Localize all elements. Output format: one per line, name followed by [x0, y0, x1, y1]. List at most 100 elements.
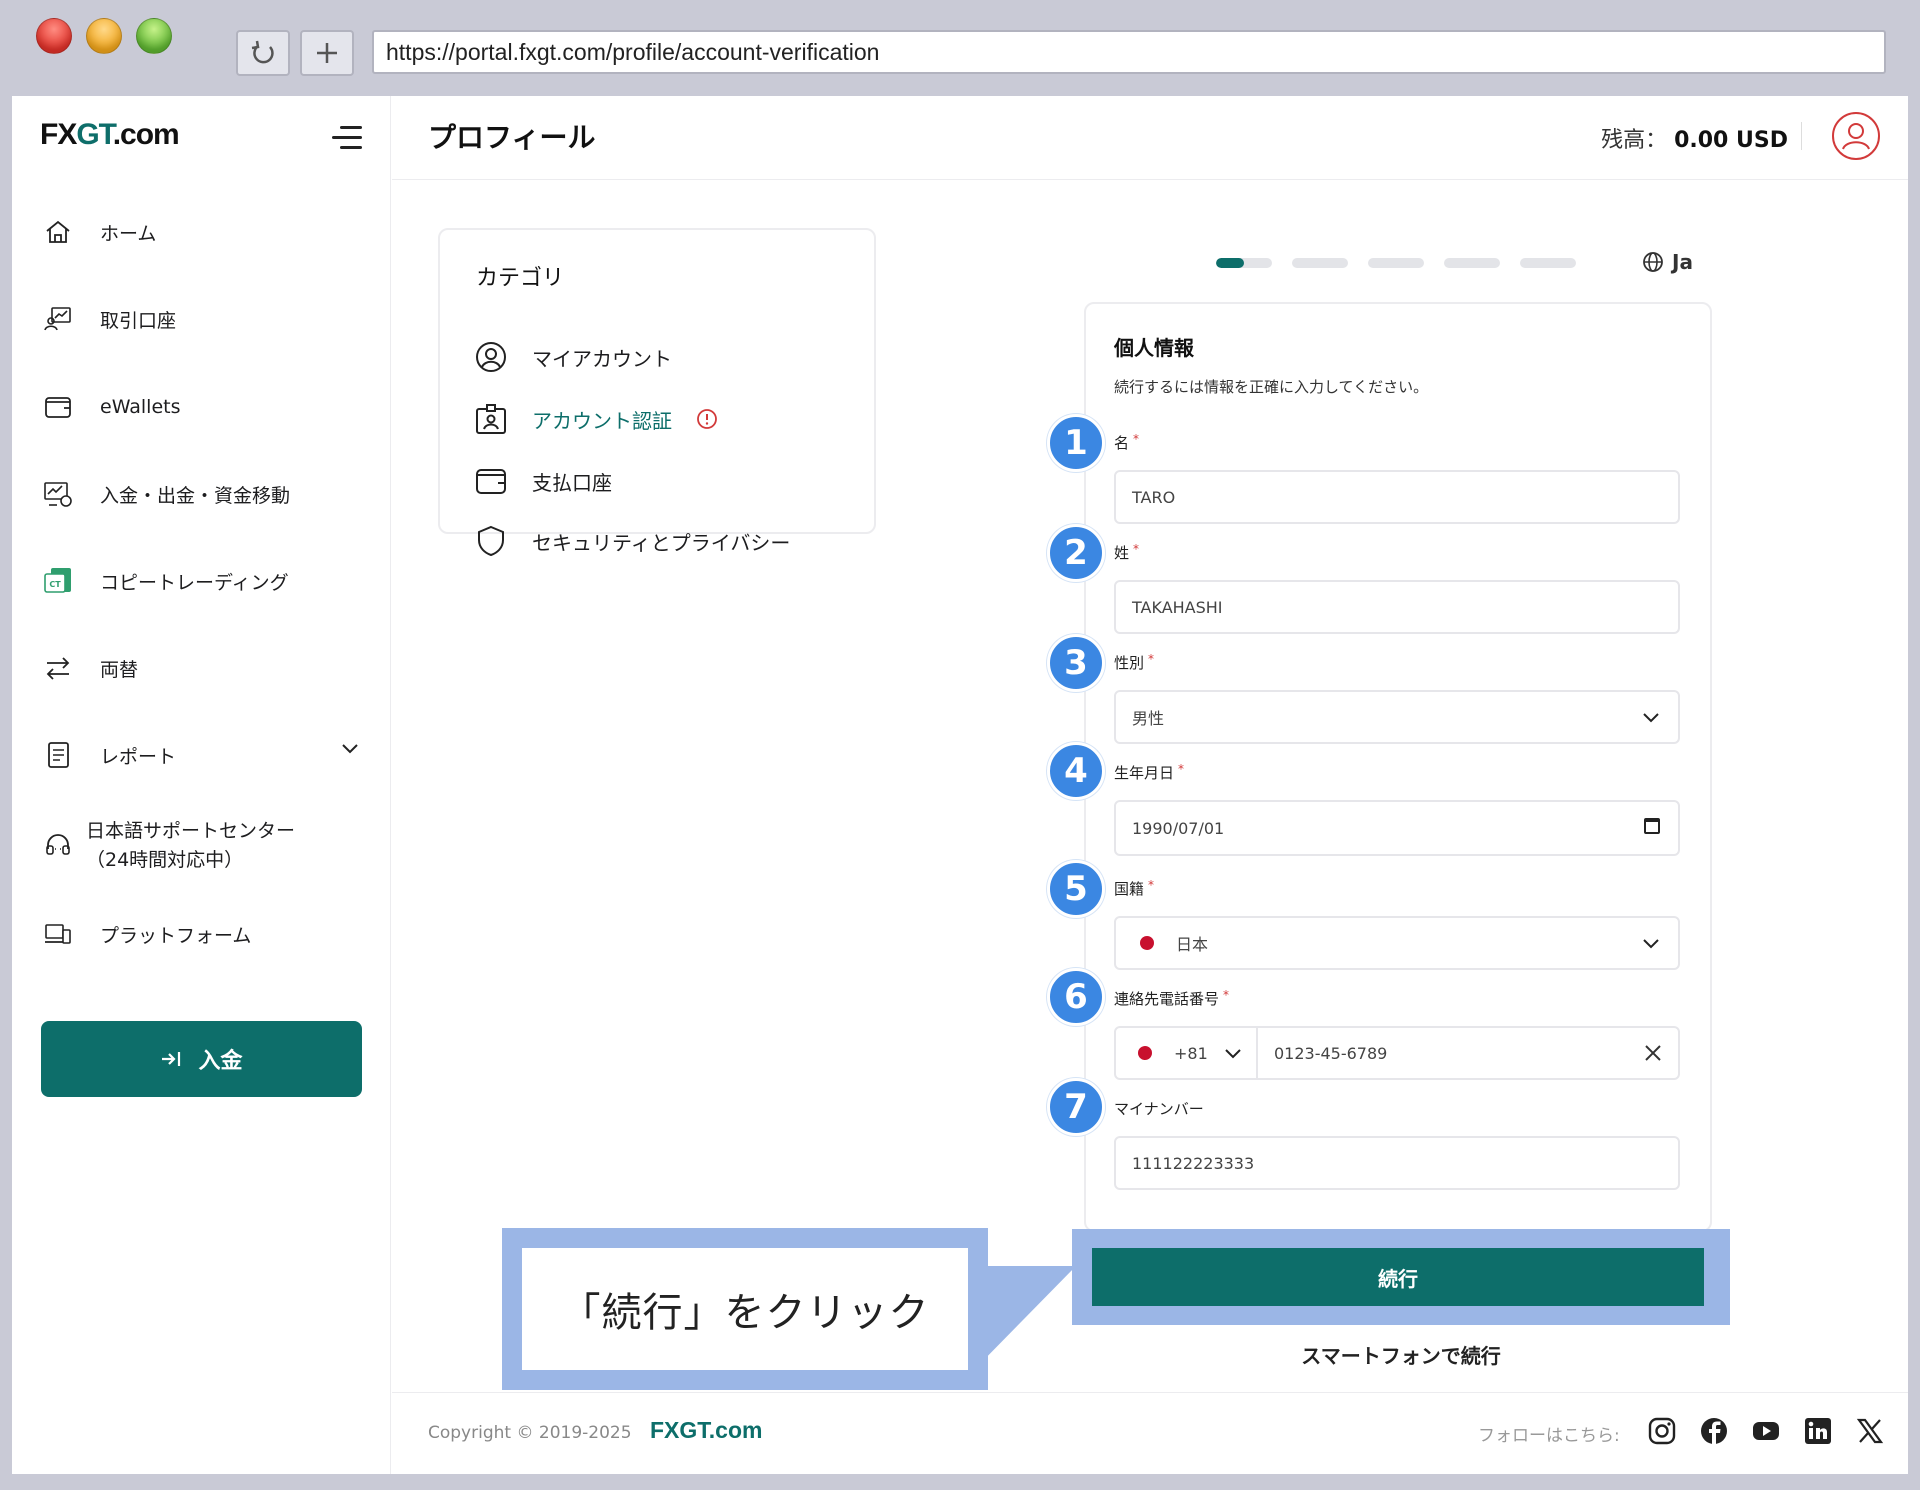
field-value: 日本 [1176, 935, 1209, 954]
field-label-text: 生年月日 [1114, 764, 1175, 782]
my-number-input[interactable]: 111122223333 [1114, 1136, 1680, 1190]
youtube-icon[interactable] [1750, 1415, 1782, 1447]
sidebar-item-ewallets[interactable]: eWallets [40, 387, 181, 427]
sidebar-item-label: コピートレーディング [100, 571, 289, 594]
sidebar-item-label: 入金・出金・資金移動 [100, 484, 291, 507]
continue-on-smartphone-link[interactable]: スマートフォンで続行 [1072, 1340, 1730, 1369]
report-icon [40, 739, 76, 771]
first-name-label: 名 * [1114, 432, 1139, 453]
language-selector[interactable]: Ja [1642, 250, 1693, 274]
deposit-button-label: 入金 [198, 1049, 243, 1074]
new-tab-button[interactable] [300, 30, 354, 76]
sidebar-item-support[interactable]: 日本語サポートセンター （24時間対応中） [40, 816, 295, 876]
progress-step [1292, 258, 1348, 268]
sidebar-item-reports[interactable]: レポート [40, 735, 176, 775]
exchange-icon [40, 652, 76, 684]
field-label-text: 連絡先電話番号 [1114, 990, 1220, 1008]
sidebar-item-label: 両替 [100, 658, 139, 681]
required-mark: * [1148, 878, 1155, 892]
instruction-callout: 「続行」をクリック [502, 1228, 988, 1390]
chevron-down-icon[interactable] [338, 736, 362, 760]
nationality-label: 国籍 * [1114, 878, 1154, 899]
field-label-text: 性別 [1114, 654, 1145, 672]
field-value: 111122223333 [1132, 1153, 1255, 1173]
my-number-label: マイナンバー [1114, 1098, 1204, 1119]
sidebar-item-trading-accounts[interactable]: 取引口座 [40, 299, 176, 339]
field-label-text: 国籍 [1114, 880, 1145, 898]
wallet-icon [40, 391, 76, 423]
field-value: 1990/07/01 [1132, 818, 1225, 838]
birthdate-input[interactable]: 1990/07/01 [1114, 800, 1680, 856]
step-badge: 6 [1047, 968, 1105, 1026]
deposit-button[interactable]: 入金 [41, 1021, 362, 1097]
category-label: セキュリティとプライバシー [532, 530, 791, 555]
required-mark: * [1223, 988, 1230, 1002]
field-label-text: マイナンバー [1114, 1100, 1204, 1118]
category-my-account[interactable]: マイアカウント [474, 340, 672, 374]
sidebar-item-funds[interactable]: 入金・出金・資金移動 [40, 474, 290, 514]
country-code-select[interactable]: +81 [1116, 1028, 1258, 1078]
sidebar-item-label: レポート [100, 745, 177, 768]
continue-button[interactable]: 続行 [1092, 1248, 1704, 1306]
step-badge: 7 [1047, 1078, 1105, 1136]
chevron-down-icon [1225, 1049, 1241, 1059]
page-header: プロフィール 残高： 0.00 USD [392, 96, 1908, 180]
phone-field: +81 0123-45-6789 [1114, 1026, 1680, 1080]
sidebar-item-exchange[interactable]: 両替 [40, 648, 138, 688]
fxgt-logo[interactable]: FXGT.com [40, 118, 180, 152]
menu-toggle-icon[interactable] [330, 124, 362, 152]
japan-flag-icon [1138, 1046, 1152, 1060]
instagram-icon[interactable] [1646, 1415, 1678, 1447]
step-badge: 4 [1047, 742, 1105, 800]
category-card: カテゴリ マイアカウント アカウント認証 支払口座 セキュリティとプライバシー [438, 228, 876, 557]
field-value: TARO [1132, 487, 1176, 507]
x-icon[interactable] [1854, 1415, 1886, 1447]
user-avatar-icon[interactable] [1832, 112, 1880, 160]
sidebar-item-label: 取引口座 [100, 309, 177, 332]
gender-select[interactable]: 男性 [1114, 690, 1680, 744]
linkedin-icon[interactable] [1802, 1415, 1834, 1447]
field-value: TAKAHASHI [1132, 597, 1223, 617]
sidebar-item-copy-trading[interactable]: CT コピートレーディング [40, 561, 289, 601]
minimize-window-button[interactable] [86, 18, 122, 54]
close-icon[interactable] [1642, 1042, 1664, 1064]
last-name-input[interactable]: TAKAHASHI [1114, 580, 1680, 634]
form-title: 個人情報 [1114, 336, 1194, 360]
nationality-select[interactable]: 日本 [1114, 916, 1680, 970]
field-value: 男性 [1132, 709, 1165, 728]
calendar-icon[interactable] [1644, 818, 1660, 834]
callout-text: 「続行」をクリック [522, 1248, 968, 1370]
step-badge: 5 [1047, 860, 1105, 918]
page-title: プロフィール [428, 121, 596, 154]
close-window-button[interactable] [36, 18, 72, 54]
phone-number-input[interactable]: 0123-45-6789 [1258, 1044, 1387, 1063]
address-bar[interactable]: https://portal.fxgt.com/profile/account-… [372, 30, 1886, 74]
balance: 残高： 0.00 USD [1601, 122, 1788, 154]
category-account-verification[interactable]: アカウント認証 [474, 402, 718, 436]
browser-chrome: https://portal.fxgt.com/profile/account-… [0, 0, 1920, 96]
last-name-label: 姓 * [1114, 542, 1139, 563]
page: FXGT.com ホーム 取引口座 eWallets 入金・出金・資金移動 CT… [12, 96, 1908, 1474]
required-mark: * [1133, 432, 1140, 446]
reload-button[interactable] [236, 30, 290, 76]
step-badge: 3 [1047, 634, 1105, 692]
first-name-input[interactable]: TARO [1114, 470, 1680, 524]
category-payment-accounts[interactable]: 支払口座 [474, 464, 612, 498]
user-circle-icon [474, 340, 508, 374]
country-code-value: +81 [1174, 1043, 1208, 1063]
facebook-icon[interactable] [1698, 1415, 1730, 1447]
sidebar-item-home[interactable]: ホーム [40, 212, 156, 252]
wallet-icon [474, 464, 508, 498]
step-progress [1216, 258, 1576, 268]
progress-step [1216, 258, 1272, 268]
shield-icon [474, 524, 508, 558]
japan-flag-icon [1140, 936, 1154, 950]
sidebar-item-platform[interactable]: プラットフォーム [40, 914, 251, 954]
sidebar-item-label: プラットフォーム [100, 924, 252, 947]
login-arrow-icon [162, 1052, 181, 1066]
category-title: カテゴリ [476, 266, 565, 291]
category-security-privacy[interactable]: セキュリティとプライバシー [474, 524, 790, 558]
footer-brand-link[interactable]: FXGT.com [650, 1417, 762, 1444]
maximize-window-button[interactable] [136, 18, 172, 54]
follow-label: フォローはこちら: [1478, 1426, 1620, 1446]
